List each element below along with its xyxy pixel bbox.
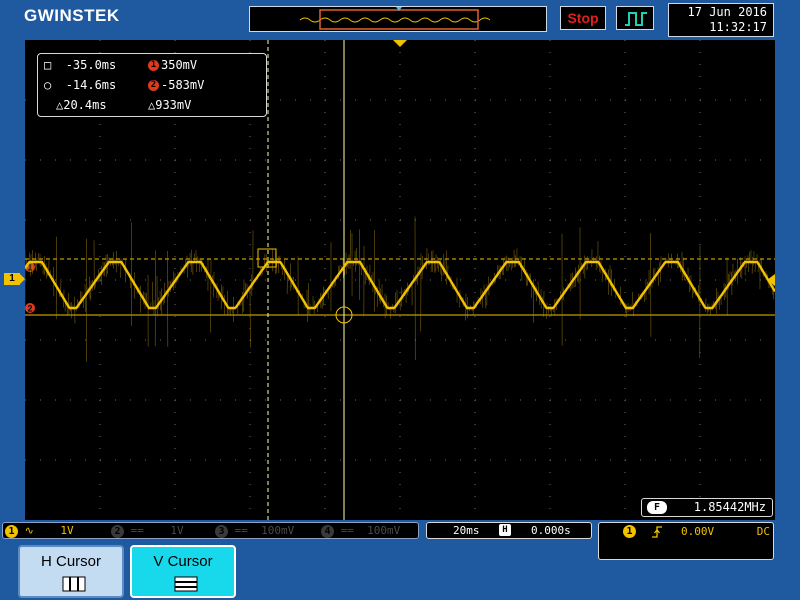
trigger-info[interactable]: 1 0.00V DC	[598, 522, 774, 560]
ac-coupling-icon: ∿	[24, 524, 34, 537]
horizontal-position-icon: H	[499, 524, 511, 536]
h-cursor-button[interactable]: H Cursor	[18, 545, 124, 598]
date-text: 17 Jun 2016	[687, 5, 767, 19]
frequency-counter: F 1.85442MHz	[641, 498, 773, 517]
h-cursor-1-readout: □ -35.0ms	[44, 58, 116, 72]
h-delta-value: 20.4ms	[63, 98, 107, 112]
waveform-overview[interactable]	[249, 6, 547, 32]
cursor-1-badge: 1	[148, 60, 159, 71]
channel-strip: 1 ∿ 1V 2 == 1V 3 == 100mV 4 == 100mV	[2, 522, 419, 539]
h2-value: -14.6ms	[65, 78, 117, 92]
h-delta-readout: △20.4ms	[56, 98, 107, 112]
cursor-row-2: ○ -14.6ms 2 -583mV	[38, 78, 266, 94]
channel-3-info[interactable]: 3 == 100mV	[215, 523, 294, 538]
v-delta-readout: △933mV	[148, 98, 191, 112]
v-delta-value: 933mV	[155, 98, 192, 112]
time-scale: 20ms	[453, 524, 480, 537]
cursor-row-delta: △20.4ms △933mV	[38, 98, 266, 114]
overview-graphic	[299, 7, 491, 30]
brand-logo: GWINSTEK	[24, 6, 120, 25]
cursor-readout-panel: □ -35.0ms 1 350mV ○ -14.6ms 2 -583mV △20.4…	[37, 53, 267, 117]
v-cursor-icon	[174, 576, 198, 592]
pulse-trigger-icon	[625, 12, 647, 26]
timebase-info[interactable]: 20ms H 0.000s	[426, 522, 592, 539]
cursor-row-1: □ -35.0ms 1 350mV	[38, 58, 266, 74]
channel-2-info[interactable]: 2 == 1V	[111, 523, 184, 538]
horizontal-position-value: 0.000s	[531, 524, 571, 537]
trigger-level-value: 0.00V	[681, 525, 715, 538]
status-bar: 1 ∿ 1V 2 == 1V 3 == 100mV 4 == 100mV 20m…	[0, 522, 800, 560]
channel-1-badge: 1	[5, 524, 18, 538]
dc-coupling-icon: ==	[234, 524, 248, 537]
square-cursor-icon: □	[44, 58, 52, 72]
trigger-type-button[interactable]	[616, 6, 654, 30]
overview-window	[319, 9, 479, 30]
v1-value: 350mV	[161, 58, 198, 72]
v-cursor-2-readout: 2 -583mV	[148, 78, 204, 92]
trigger-level-marker[interactable]	[767, 274, 775, 286]
run-stop-status[interactable]: Stop	[560, 6, 606, 30]
trigger-position-marker	[393, 40, 407, 47]
trigger-coupling: DC	[756, 525, 770, 538]
channel-2-badge: 2	[111, 524, 124, 538]
channel-3-scale: 100mV	[261, 524, 295, 537]
channel-1-scale: 1V	[60, 524, 74, 537]
channel-1-info[interactable]: 1 ∿ 1V	[5, 523, 74, 538]
dc-coupling-icon: ==	[340, 524, 354, 537]
date-time-display: 17 Jun 2016 11:32:17	[668, 3, 774, 37]
overview-wave	[299, 17, 491, 23]
h-cursor-icon	[62, 576, 86, 592]
circle-cursor-icon: ○	[44, 78, 52, 92]
channel-3-badge: 3	[215, 524, 228, 538]
trigger-source-badge: 1	[623, 525, 636, 538]
h-cursor-2-readout: ○ -14.6ms	[44, 78, 116, 92]
channel-4-scale: 100mV	[367, 524, 401, 537]
cursor-2-tag-label: 2	[27, 304, 32, 314]
frequency-value: 1.85442MHz	[693, 500, 766, 514]
cursor-2-badge: 2	[148, 80, 159, 91]
time-text: 11:32:17	[709, 20, 767, 34]
channel-4-info[interactable]: 4 == 100mV	[321, 523, 400, 538]
dc-coupling-icon: ==	[130, 524, 144, 537]
channel-4-badge: 4	[321, 524, 334, 538]
channel-1-ground-marker[interactable]: 1	[4, 273, 25, 285]
rising-edge-icon	[652, 526, 662, 538]
v-cursor-1-readout: 1 350mV	[148, 58, 197, 72]
h-cursor-label: H Cursor	[40, 553, 101, 570]
h1-value: -35.0ms	[65, 58, 117, 72]
v-cursor-button[interactable]: V Cursor	[130, 545, 236, 598]
frequency-icon: F	[647, 501, 667, 514]
v2-value: -583mV	[161, 78, 205, 92]
v-cursor-label: V Cursor	[153, 553, 213, 570]
channel-2-scale: 1V	[170, 524, 184, 537]
